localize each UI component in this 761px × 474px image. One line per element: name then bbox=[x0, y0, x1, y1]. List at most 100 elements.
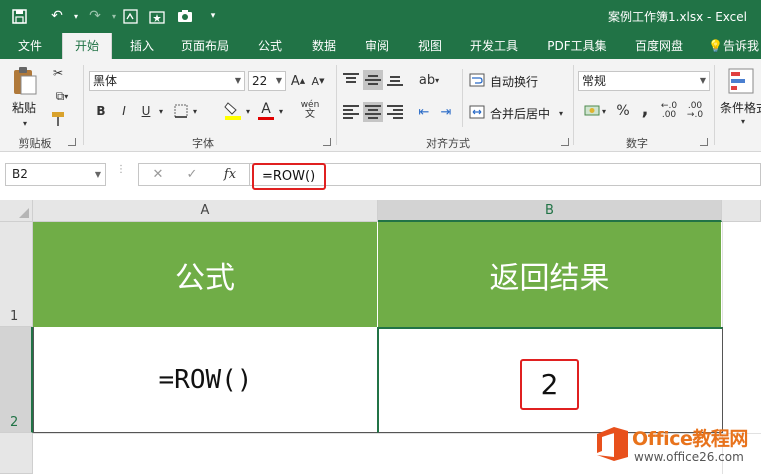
increase-decimal-icon[interactable]: ←.0.00 bbox=[658, 101, 680, 121]
chevron-down-icon: ▼ bbox=[234, 76, 241, 85]
conditional-dropdown-icon[interactable]: ▾ bbox=[736, 115, 750, 127]
column-header-a[interactable]: A bbox=[33, 200, 378, 222]
align-top-icon[interactable] bbox=[341, 70, 361, 90]
ribbon: 粘贴 ▾ ✂ ⧉ ▾ 剪贴板 黑体 ▼ 22 ▼ A ▲ A ▼ B I U ▾ ▾ ▾ … bbox=[0, 59, 761, 152]
column-header-c[interactable] bbox=[722, 200, 761, 222]
tab-data[interactable]: 数据 bbox=[302, 33, 346, 59]
decrease-font-icon[interactable]: A ▼ bbox=[310, 71, 326, 91]
tab-page-layout[interactable]: 页面布局 bbox=[172, 33, 238, 59]
cell-a1[interactable]: 公式 bbox=[33, 222, 378, 327]
tab-baidu-netdisk[interactable]: 百度网盘 bbox=[626, 33, 692, 59]
row-header-1[interactable]: 1 bbox=[0, 222, 33, 327]
fill-color-dropdown-icon[interactable]: ▾ bbox=[243, 101, 253, 121]
underline-dropdown-icon[interactable]: ▾ bbox=[156, 101, 166, 121]
copy-icon[interactable]: ⧉ ▾ bbox=[48, 86, 76, 106]
tab-review[interactable]: 审阅 bbox=[355, 33, 399, 59]
paste-label[interactable]: 粘贴 bbox=[12, 99, 36, 116]
tab-tell-me[interactable]: 💡告诉我 bbox=[708, 33, 761, 59]
align-left-icon[interactable] bbox=[341, 102, 361, 122]
paste-dropdown-icon[interactable]: ▾ bbox=[10, 117, 40, 129]
font-color-dropdown-icon[interactable]: ▾ bbox=[276, 101, 286, 121]
insert-function-icon[interactable]: fx bbox=[217, 164, 243, 185]
align-right-icon[interactable] bbox=[385, 102, 405, 122]
row-header-3[interactable] bbox=[0, 433, 33, 474]
cell-a2[interactable]: =ROW() bbox=[33, 327, 378, 433]
cell-b1[interactable]: 返回结果 bbox=[378, 222, 722, 327]
orientation-icon[interactable]: ab ▾ bbox=[415, 70, 443, 90]
redo-icon[interactable]: ↷ bbox=[85, 6, 105, 26]
undo-dropdown-icon[interactable]: ▾ bbox=[66, 6, 86, 26]
increase-indent-icon[interactable]: ⇥ bbox=[436, 102, 456, 122]
decrease-indent-icon[interactable]: ⇤ bbox=[414, 102, 434, 122]
paste-icon[interactable] bbox=[10, 65, 40, 97]
bold-button[interactable]: B bbox=[92, 101, 110, 121]
formula-buttons: ✕ ✓ fx bbox=[138, 163, 250, 186]
percent-style-button[interactable]: % bbox=[614, 101, 632, 121]
format-painter-icon[interactable] bbox=[48, 109, 68, 129]
group-divider bbox=[573, 65, 574, 145]
formula-input[interactable] bbox=[250, 163, 761, 186]
border-icon[interactable] bbox=[172, 101, 190, 121]
chevron-down-icon: ▼ bbox=[94, 170, 101, 179]
title-bar: ↶ ▾ ↷ ▾ ▾ 案例工作簿1.xlsx - Excel bbox=[0, 0, 761, 33]
undo-icon[interactable]: ↶ bbox=[47, 6, 67, 26]
align-middle-icon[interactable] bbox=[363, 70, 383, 90]
tab-view[interactable]: 视图 bbox=[408, 33, 452, 59]
fill-color-icon[interactable] bbox=[223, 99, 243, 121]
camera-icon[interactable] bbox=[175, 6, 195, 26]
conditional-formatting-icon[interactable] bbox=[726, 65, 756, 97]
row-header-2[interactable]: 2 bbox=[0, 327, 33, 433]
ribbon-tabs: 文件 开始 插入 页面布局 公式 数据 审阅 视图 开发工具 PDF工具集 百度… bbox=[0, 33, 761, 59]
increase-font-icon[interactable]: A ▲ bbox=[290, 71, 306, 91]
alignment-group-label: 对齐方式 bbox=[426, 137, 470, 150]
number-launcher-icon[interactable] bbox=[700, 138, 708, 146]
name-box[interactable]: B2 ▼ bbox=[5, 163, 106, 186]
cut-icon[interactable]: ✂ bbox=[48, 63, 68, 83]
group-divider bbox=[83, 65, 84, 145]
decrease-decimal-icon[interactable]: .00 →.0 bbox=[684, 101, 706, 121]
phonetic-guide-icon[interactable]: wén 文 bbox=[297, 99, 323, 121]
tab-file[interactable]: 文件 bbox=[8, 33, 52, 59]
save-icon[interactable] bbox=[9, 6, 29, 26]
formula-bar: B2 ▼ ⋮ ✕ ✓ fx bbox=[0, 153, 761, 200]
chevron-down-icon: ▼ bbox=[275, 76, 282, 85]
font-group-label: 字体 bbox=[192, 137, 214, 150]
tab-developer[interactable]: 开发工具 bbox=[461, 33, 527, 59]
number-format-combo[interactable]: 常规 ▼ bbox=[578, 71, 710, 91]
underline-button[interactable]: U bbox=[137, 101, 155, 121]
formula-text[interactable]: =ROW() bbox=[252, 163, 326, 190]
border-dropdown-icon[interactable]: ▾ bbox=[190, 101, 200, 121]
font-name-combo[interactable]: 黑体 ▼ bbox=[89, 71, 245, 91]
tab-formulas[interactable]: 公式 bbox=[248, 33, 292, 59]
font-size-combo[interactable]: 22 ▼ bbox=[248, 71, 286, 91]
wrap-text-icon[interactable] bbox=[468, 70, 486, 90]
tab-pdf-tools[interactable]: PDF工具集 bbox=[540, 33, 614, 59]
column-header-b[interactable]: B bbox=[378, 200, 722, 222]
star-folder-icon[interactable] bbox=[147, 6, 167, 26]
align-center-icon[interactable] bbox=[363, 102, 383, 122]
merge-dropdown-icon[interactable]: ▾ bbox=[556, 103, 566, 123]
clipboard-group-label: 剪贴板 bbox=[18, 137, 52, 150]
merge-center-label[interactable]: 合并后居中 bbox=[490, 105, 550, 122]
tab-home[interactable]: 开始 bbox=[62, 33, 112, 59]
touch-mode-icon[interactable] bbox=[120, 6, 140, 26]
accounting-format-icon[interactable]: ▾ bbox=[580, 101, 610, 121]
italic-button[interactable]: I bbox=[115, 101, 133, 121]
cell-b2-value[interactable]: 2 bbox=[520, 359, 579, 410]
align-bottom-icon[interactable] bbox=[385, 70, 405, 90]
font-color-icon[interactable]: A bbox=[256, 99, 276, 121]
merge-center-icon[interactable] bbox=[468, 102, 486, 122]
customize-qat-icon[interactable]: ▾ bbox=[203, 6, 223, 26]
wrap-text-label[interactable]: 自动换行 bbox=[490, 73, 538, 90]
enter-icon[interactable]: ✓ bbox=[179, 164, 205, 185]
alignment-launcher-icon[interactable] bbox=[561, 138, 569, 146]
cancel-icon[interactable]: ✕ bbox=[145, 164, 171, 185]
conditional-formatting-label[interactable]: 条件格式 bbox=[720, 99, 761, 116]
select-all-button[interactable] bbox=[0, 200, 33, 222]
tab-insert[interactable]: 插入 bbox=[120, 33, 164, 59]
font-launcher-icon[interactable] bbox=[323, 138, 331, 146]
formula-bar-grip-icon[interactable]: ⋮ bbox=[116, 165, 126, 181]
group-divider bbox=[714, 65, 715, 145]
clipboard-launcher-icon[interactable] bbox=[68, 138, 76, 146]
comma-style-button[interactable]: , bbox=[636, 99, 654, 120]
